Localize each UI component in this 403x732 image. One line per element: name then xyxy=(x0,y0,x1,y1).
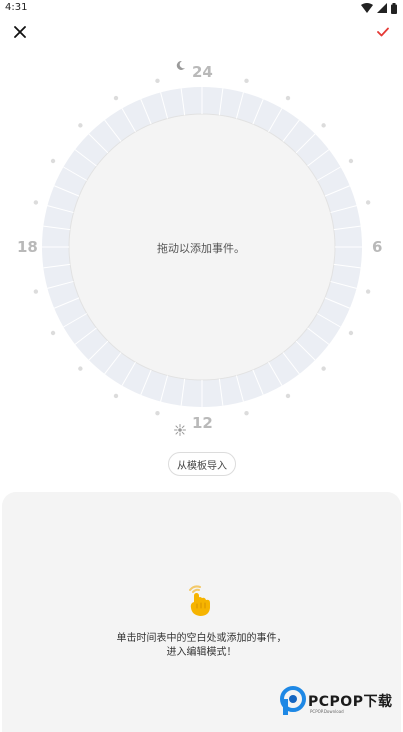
hour-dot xyxy=(365,200,371,205)
close-icon xyxy=(14,26,26,38)
close-button[interactable] xyxy=(10,22,30,42)
wifi-icon xyxy=(361,3,373,13)
hour-dot xyxy=(113,393,119,399)
hour-dot xyxy=(113,95,119,101)
watermark-sub: PCPOP.Download xyxy=(310,709,344,714)
status-bar: 4:31 xyxy=(0,0,403,16)
hint-text: 单击时间表中的空白处或添加的事件， 进入编辑模式！ xyxy=(80,632,323,660)
hour-dot xyxy=(78,123,83,128)
hour-dot xyxy=(321,123,326,128)
battery-icon xyxy=(391,2,397,14)
status-icons xyxy=(361,2,397,14)
hour-label-24: 24 xyxy=(192,63,213,81)
hour-dot xyxy=(155,410,160,416)
hour-label-6: 6 xyxy=(372,238,383,256)
clock-dial[interactable]: 24 6 12 18 拖动以添加事件。 xyxy=(0,48,403,448)
hour-dot xyxy=(155,78,160,84)
hour-label-12: 12 xyxy=(192,414,213,432)
hour-dot xyxy=(285,95,291,101)
watermark: PCPOP下载 PCPOP.Download xyxy=(280,684,392,718)
watermark-brand: PCPOP下载 xyxy=(308,694,393,710)
hour-dot xyxy=(78,366,83,371)
hour-dot xyxy=(33,289,39,294)
hour-dot xyxy=(348,158,354,164)
hour-dot xyxy=(50,330,56,336)
tap-hand-icon xyxy=(189,585,210,616)
pcpop-logo-icon xyxy=(280,686,306,715)
hint-line-1: 单击时间表中的空白处或添加的事件， xyxy=(116,633,287,644)
hour-dot xyxy=(244,410,249,416)
confirm-button[interactable] xyxy=(373,22,393,42)
signal-icon xyxy=(377,3,387,13)
hint-line-2: 进入编辑模式！ xyxy=(166,647,237,658)
sun-icon xyxy=(174,424,186,436)
hour-dot xyxy=(321,366,326,371)
import-template-button[interactable]: 从模板导入 xyxy=(168,452,236,476)
hour-dot xyxy=(33,200,39,205)
check-icon xyxy=(377,27,389,37)
hour-dot xyxy=(244,78,249,84)
top-bar xyxy=(0,16,403,48)
hour-dot xyxy=(365,289,371,294)
hour-dot xyxy=(348,330,354,336)
status-time: 4:31 xyxy=(5,2,28,13)
hour-label-18: 18 xyxy=(17,238,38,256)
hour-dot xyxy=(285,393,291,399)
moon-icon xyxy=(176,60,185,70)
drag-hint-text: 拖动以添加事件。 xyxy=(157,242,245,255)
hour-dot xyxy=(50,158,56,164)
